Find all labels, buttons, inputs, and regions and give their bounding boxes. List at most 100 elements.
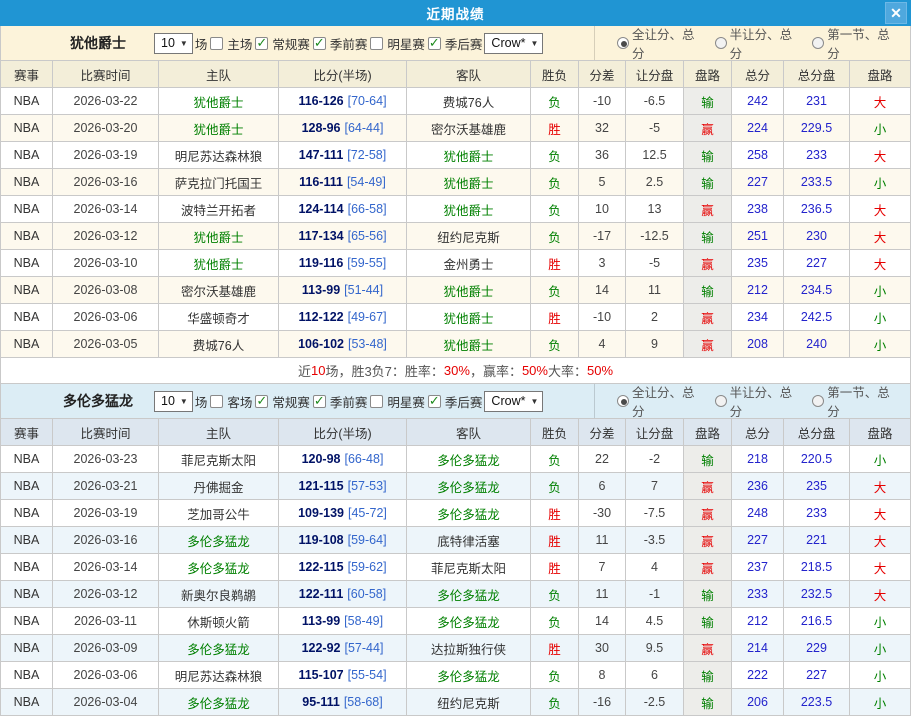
cell-league: NBA <box>1 446 53 473</box>
odds-type-radio[interactable]: 第一节、总分 <box>812 24 902 62</box>
half-score: [59-64] <box>348 533 387 547</box>
cell-result: 负 <box>531 473 579 500</box>
radio-label: 全让分、总分 <box>632 382 707 420</box>
cell-over-under: 小 <box>850 277 911 304</box>
radio-label: 全让分、总分 <box>632 24 707 62</box>
cell-score: 119-108[59-64] <box>279 527 407 554</box>
half-score: [60-58] <box>347 587 386 601</box>
column-header: 胜负 <box>531 419 579 446</box>
cell-away-team: 多伦多猛龙 <box>407 446 531 473</box>
table-row: NBA2026-03-05费城76人106-102[53-48]犹他爵士负49赢… <box>1 331 911 358</box>
cell-result: 胜 <box>531 115 579 142</box>
summary-segment: 10 <box>311 363 325 378</box>
cell-point-diff: -10 <box>579 304 626 331</box>
column-header: 总分盘 <box>784 61 850 88</box>
cell-date: 2026-03-10 <box>53 250 159 277</box>
bookmaker-select[interactable]: Crow*▼ <box>484 391 543 412</box>
filter-checkbox[interactable]: 明星赛 <box>369 392 427 411</box>
full-score: 117-134 <box>298 229 343 243</box>
cell-handicap-line: 4.5 <box>626 608 684 635</box>
summary-segment: 近 <box>298 361 311 380</box>
filter-checkbox[interactable]: 季后赛 <box>427 34 485 53</box>
cell-away-team: 犹他爵士 <box>407 169 531 196</box>
raptors-filter-bar: 多伦多猛龙 10▼ 场 客场常规赛季前赛明星赛季后赛 Crow*▼ 全让分、总分… <box>0 384 911 418</box>
odds-type-radio[interactable]: 第一节、总分 <box>812 382 902 420</box>
games-count-select[interactable]: 10▼ <box>154 33 193 54</box>
filter-checkbox[interactable]: 主场 <box>209 34 254 53</box>
cell-score: 119-116[59-55] <box>279 250 407 277</box>
half-score: [64-44] <box>345 121 384 135</box>
checkbox-icon <box>313 37 326 50</box>
cell-score: 113-99[51-44] <box>279 277 407 304</box>
summary-segment: 大率： <box>548 361 587 380</box>
cell-over-under: 大 <box>850 581 911 608</box>
close-button[interactable]: ✕ <box>885 2 907 24</box>
filter-checkbox[interactable]: 明星赛 <box>369 34 427 53</box>
half-score: [57-53] <box>348 479 387 493</box>
table-row: NBA2026-03-14波特兰开拓者124-114[66-58]犹他爵士负10… <box>1 196 911 223</box>
cell-total-points: 206 <box>732 689 784 716</box>
cell-handicap-result: 赢 <box>684 250 732 277</box>
jazz-filter-bar: 犹他爵士 10▼ 场 主场常规赛季前赛明星赛季后赛 Crow*▼ 全让分、总分半… <box>0 26 911 60</box>
cell-result: 负 <box>531 446 579 473</box>
cell-over-under: 大 <box>850 223 911 250</box>
cell-handicap-line: -2 <box>626 446 684 473</box>
cell-over-under: 大 <box>850 196 911 223</box>
cell-home-team: 犹他爵士 <box>159 223 279 250</box>
filter-checkbox[interactable]: 季后赛 <box>427 392 485 411</box>
column-header: 主队 <box>159 61 279 88</box>
half-score: [49-67] <box>348 310 387 324</box>
odds-type-radio[interactable]: 全让分、总分 <box>617 382 707 420</box>
full-score: 122-111 <box>299 587 344 601</box>
column-header: 客队 <box>407 61 531 88</box>
cell-away-team: 犹他爵士 <box>407 304 531 331</box>
filter-checkbox[interactable]: 客场 <box>209 392 254 411</box>
filter-checkbox[interactable]: 季前赛 <box>312 392 370 411</box>
games-suffix-label: 场 <box>195 392 208 411</box>
cell-handicap-result: 输 <box>684 277 732 304</box>
full-score: 116-126 <box>298 94 343 108</box>
cell-handicap-result: 赢 <box>684 527 732 554</box>
cell-over-under: 大 <box>850 500 911 527</box>
cell-date: 2026-03-11 <box>53 608 159 635</box>
column-header: 总分盘 <box>784 419 850 446</box>
cell-handicap-result: 输 <box>684 662 732 689</box>
chevron-down-icon: ▼ <box>180 397 188 406</box>
cell-away-team: 纽约尼克斯 <box>407 223 531 250</box>
filter-checkbox[interactable]: 常规赛 <box>254 392 312 411</box>
cell-total-points: 212 <box>732 277 784 304</box>
close-icon: ✕ <box>890 5 902 21</box>
cell-over-under: 小 <box>850 115 911 142</box>
cell-total-points: 238 <box>732 196 784 223</box>
cell-handicap-result: 赢 <box>684 196 732 223</box>
cell-score: 122-111[60-58] <box>279 581 407 608</box>
cell-home-team: 犹他爵士 <box>159 250 279 277</box>
cell-total-line: 236.5 <box>784 196 850 223</box>
odds-type-radio[interactable]: 半让分、总分 <box>715 382 805 420</box>
cell-point-diff: 5 <box>579 169 626 196</box>
half-score: [59-55] <box>347 256 386 270</box>
half-score: [54-49] <box>347 175 386 189</box>
filter-checkbox[interactable]: 季前赛 <box>312 34 370 53</box>
filter-checkbox[interactable]: 常规赛 <box>254 34 312 53</box>
cell-result: 负 <box>531 196 579 223</box>
odds-type-radio[interactable]: 半让分、总分 <box>715 24 805 62</box>
bookmaker-select[interactable]: Crow*▼ <box>484 33 543 54</box>
cell-league: NBA <box>1 500 53 527</box>
cell-over-under: 大 <box>850 473 911 500</box>
cell-score: 116-111[54-49] <box>279 169 407 196</box>
chevron-down-icon: ▼ <box>530 397 538 406</box>
odds-type-radio[interactable]: 全让分、总分 <box>617 24 707 62</box>
full-score: 121-115 <box>298 479 343 493</box>
recent-results-dialog: 近期战绩 ✕ 犹他爵士 10▼ 场 主场常规赛季前赛明星赛季后赛 Crow*▼ … <box>0 0 911 728</box>
games-count-select[interactable]: 10▼ <box>154 391 193 412</box>
cell-handicap-result: 输 <box>684 446 732 473</box>
cell-result: 负 <box>531 88 579 115</box>
raptors-results-table: 赛事比赛时间主队比分(半场)客队胜负分差让分盘盘路总分总分盘盘路 NBA2026… <box>0 418 911 716</box>
cell-home-team: 芝加哥公牛 <box>159 500 279 527</box>
column-header: 盘路 <box>850 419 911 446</box>
cell-handicap-line: 2.5 <box>626 169 684 196</box>
half-score: [55-54] <box>348 668 387 682</box>
cell-over-under: 大 <box>850 554 911 581</box>
half-score: [58-49] <box>344 614 383 628</box>
